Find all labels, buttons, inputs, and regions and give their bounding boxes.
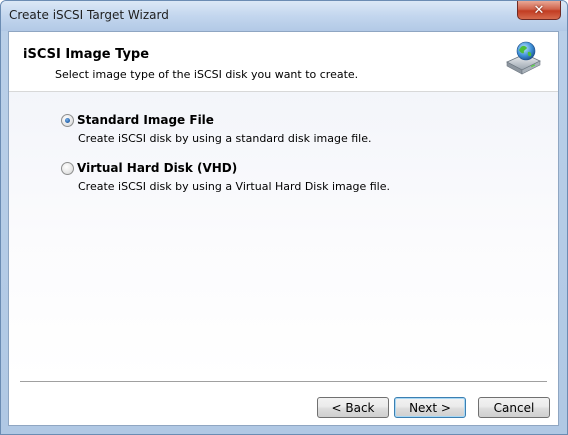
wizard-footer: < Back Next > Cancel [9,383,558,425]
vhd-label[interactable]: Virtual Hard Disk (VHD) [77,161,237,175]
standard-image-label[interactable]: Standard Image File [77,113,214,127]
next-button[interactable]: Next > [394,397,466,418]
vhd-radio[interactable] [61,162,74,175]
close-icon: ✕ [533,2,545,18]
page-subtitle: Select image type of the iSCSI disk you … [55,68,359,81]
vhd-description: Create iSCSI disk by using a Virtual Har… [78,180,390,193]
standard-image-radio[interactable] [61,114,74,127]
wizard-client-area: iSCSI Image Type Select image type of th… [8,31,559,426]
cancel-button[interactable]: Cancel [478,397,550,418]
page-title: iSCSI Image Type [23,47,150,62]
back-button[interactable]: < Back [317,397,389,418]
wizard-window: Create iSCSI Target Wizard ✕ iSCSI Image… [0,0,568,435]
window-title: Create iSCSI Target Wizard [9,8,169,22]
disk-globe-icon [506,41,541,75]
wizard-header: iSCSI Image Type Select image type of th… [9,32,558,92]
title-bar[interactable]: Create iSCSI Target Wizard ✕ [1,1,567,31]
standard-image-description: Create iSCSI disk by using a standard di… [78,132,372,145]
close-button[interactable]: ✕ [517,1,561,20]
wizard-body: Standard Image File Create iSCSI disk by… [9,92,558,380]
